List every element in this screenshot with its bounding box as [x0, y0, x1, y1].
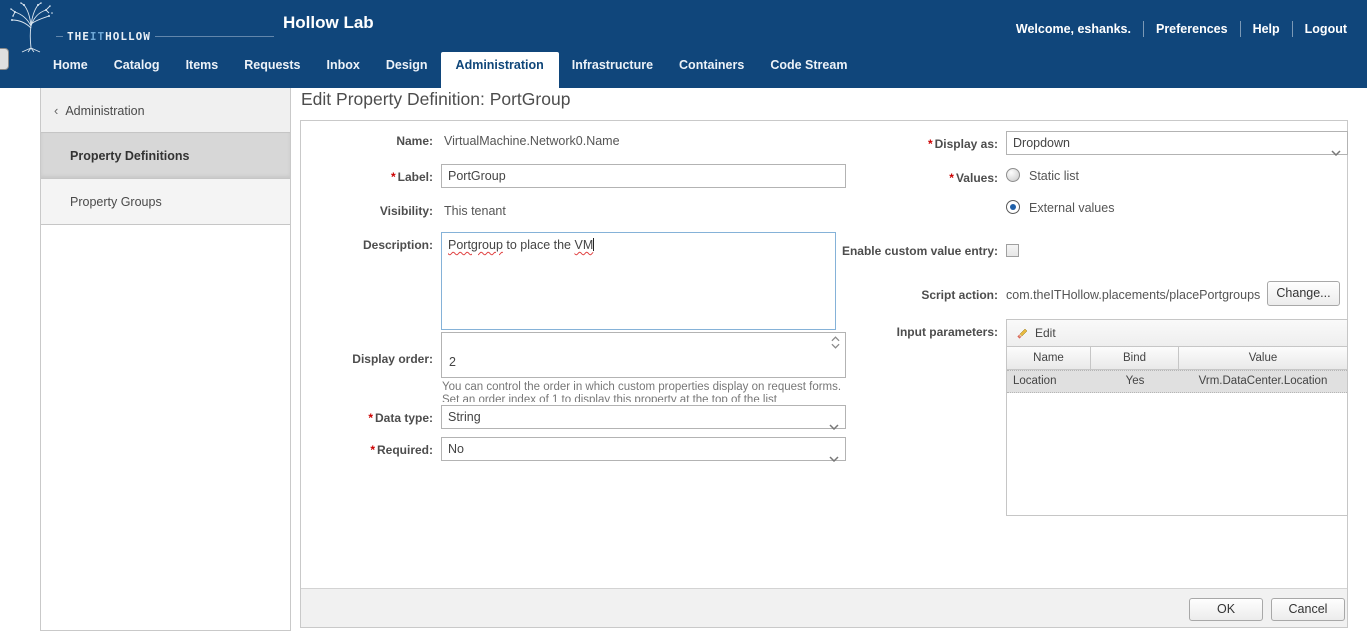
brand-wordmark: THEITHOLLOW — [56, 30, 274, 43]
description-word-2: VM — [574, 238, 593, 252]
edit-property-form: Name: VirtualMachine.Network0.Name *Labe… — [300, 120, 1348, 628]
required-marker: * — [928, 137, 933, 151]
col-header-bind[interactable]: Bind — [1091, 347, 1179, 369]
values-radio-external-values[interactable] — [1006, 200, 1020, 214]
label-label: *Label: — [301, 170, 433, 184]
edit-button[interactable]: Edit — [1017, 326, 1056, 340]
label-input[interactable] — [441, 164, 846, 188]
table-header-row: Name Bind Value — [1007, 347, 1347, 370]
sidebar: ‹ Administration Property Definitions Pro… — [40, 88, 291, 631]
page-app-title: Hollow Lab — [283, 13, 374, 33]
col-header-value[interactable]: Value — [1179, 347, 1347, 369]
required-marker: * — [391, 170, 396, 184]
chevron-down-icon — [1331, 141, 1341, 163]
cancel-button[interactable]: Cancel — [1271, 598, 1345, 621]
values-radio-external-values-label: External values — [1029, 201, 1114, 215]
chevron-down-icon — [829, 415, 839, 437]
name-value: VirtualMachine.Network0.Name — [444, 134, 620, 148]
tab-containers[interactable]: Containers — [666, 52, 757, 88]
input-parameters-table: Edit Name Bind Value Location Yes Vrm.Da… — [1006, 319, 1348, 516]
values-radio-static-list-label: Static list — [1029, 169, 1079, 183]
description-textarea[interactable]: Portgroup to place the VM — [441, 232, 836, 330]
brand-text: THEITHOLLOW — [63, 30, 155, 43]
preferences-link[interactable]: Preferences — [1143, 21, 1240, 37]
display-order-label: Display order: — [301, 352, 433, 366]
brand-rule-left — [56, 36, 63, 37]
display-as-value: Dropdown — [1013, 136, 1070, 150]
sidebar-back-administration[interactable]: ‹ Administration — [41, 88, 290, 133]
chevron-down-icon — [829, 447, 839, 469]
data-type-value: String — [448, 410, 481, 424]
ok-button[interactable]: OK — [1189, 598, 1263, 621]
tree-logo-icon — [7, 1, 55, 58]
user-links: Welcome, eshanks. Preferences Help Logou… — [1004, 21, 1359, 37]
tab-home[interactable]: Home — [40, 52, 101, 88]
pencil-icon — [1017, 327, 1029, 339]
cell-bind: Yes — [1091, 371, 1179, 392]
text-caret — [593, 238, 594, 251]
cell-name: Location — [1007, 371, 1091, 392]
values-radio-static-list[interactable] — [1006, 168, 1020, 182]
visibility-label: Visibility: — [301, 204, 433, 218]
required-value: No — [448, 442, 464, 456]
table-row[interactable]: Location Yes Vrm.DataCenter.Location — [1007, 370, 1347, 393]
enable-custom-value-checkbox[interactable] — [1006, 244, 1019, 257]
sidebar-back-label: Administration — [65, 104, 144, 118]
tab-inbox[interactable]: Inbox — [314, 52, 373, 88]
required-marker: * — [368, 411, 373, 425]
display-as-select[interactable]: Dropdown — [1006, 131, 1348, 155]
display-order-value: 2 — [449, 355, 456, 369]
col-header-name[interactable]: Name — [1007, 347, 1091, 369]
description-middle: to place the — [503, 238, 575, 252]
back-chevron-icon: ‹ — [54, 103, 58, 118]
welcome-text: Welcome, eshanks. — [1004, 21, 1143, 37]
display-as-label: *Display as: — [828, 137, 998, 151]
enable-custom-value-label: Enable custom value entry: — [828, 243, 998, 259]
visibility-value: This tenant — [444, 204, 506, 218]
tab-catalog[interactable]: Catalog — [101, 52, 173, 88]
tab-administration[interactable]: Administration — [441, 52, 559, 88]
edge-widget[interactable] — [0, 48, 9, 70]
spinner-down-icon — [831, 343, 840, 349]
form-footer: OK Cancel — [301, 588, 1347, 627]
required-marker: * — [370, 443, 375, 457]
app-header: THEITHOLLOW Hollow Lab Welcome, eshanks.… — [0, 0, 1367, 88]
display-order-help-text: You can control the order in which custo… — [442, 381, 850, 402]
tab-items[interactable]: Items — [173, 52, 232, 88]
script-action-label: Script action: — [828, 288, 998, 302]
required-marker: * — [949, 171, 954, 185]
help-link[interactable]: Help — [1240, 21, 1292, 37]
script-action-value: com.theITHollow.placements/placePortgrou… — [1006, 288, 1260, 302]
brand-rule-right — [155, 36, 274, 37]
tab-infrastructure[interactable]: Infrastructure — [559, 52, 666, 88]
data-type-label: *Data type: — [301, 411, 433, 425]
tab-code-stream[interactable]: Code Stream — [757, 52, 860, 88]
values-label: *Values: — [828, 171, 998, 185]
sidebar-item-property-groups[interactable]: Property Groups — [41, 179, 290, 225]
sidebar-item-property-definitions[interactable]: Property Definitions — [41, 133, 290, 179]
display-order-spinner[interactable]: 2 — [441, 332, 846, 378]
change-button[interactable]: Change... — [1267, 281, 1340, 306]
main-nav-tabs: Home Catalog Items Requests Inbox Design… — [40, 52, 860, 88]
cell-value: Vrm.DataCenter.Location — [1179, 371, 1347, 392]
logout-link[interactable]: Logout — [1292, 21, 1359, 37]
name-label: Name: — [301, 134, 433, 148]
input-parameters-label: Input parameters: — [828, 325, 998, 339]
required-label: *Required: — [301, 443, 433, 457]
page-title: Edit Property Definition: PortGroup — [301, 89, 570, 110]
tab-requests[interactable]: Requests — [231, 52, 313, 88]
required-select[interactable]: No — [441, 437, 846, 461]
description-word-1: Portgroup — [448, 238, 503, 252]
tab-design[interactable]: Design — [373, 52, 441, 88]
edit-button-label: Edit — [1035, 326, 1056, 340]
table-toolbar: Edit — [1007, 320, 1347, 347]
description-label: Description: — [301, 238, 433, 252]
screen: THEITHOLLOW Hollow Lab Welcome, eshanks.… — [0, 0, 1367, 636]
data-type-select[interactable]: String — [441, 405, 846, 429]
